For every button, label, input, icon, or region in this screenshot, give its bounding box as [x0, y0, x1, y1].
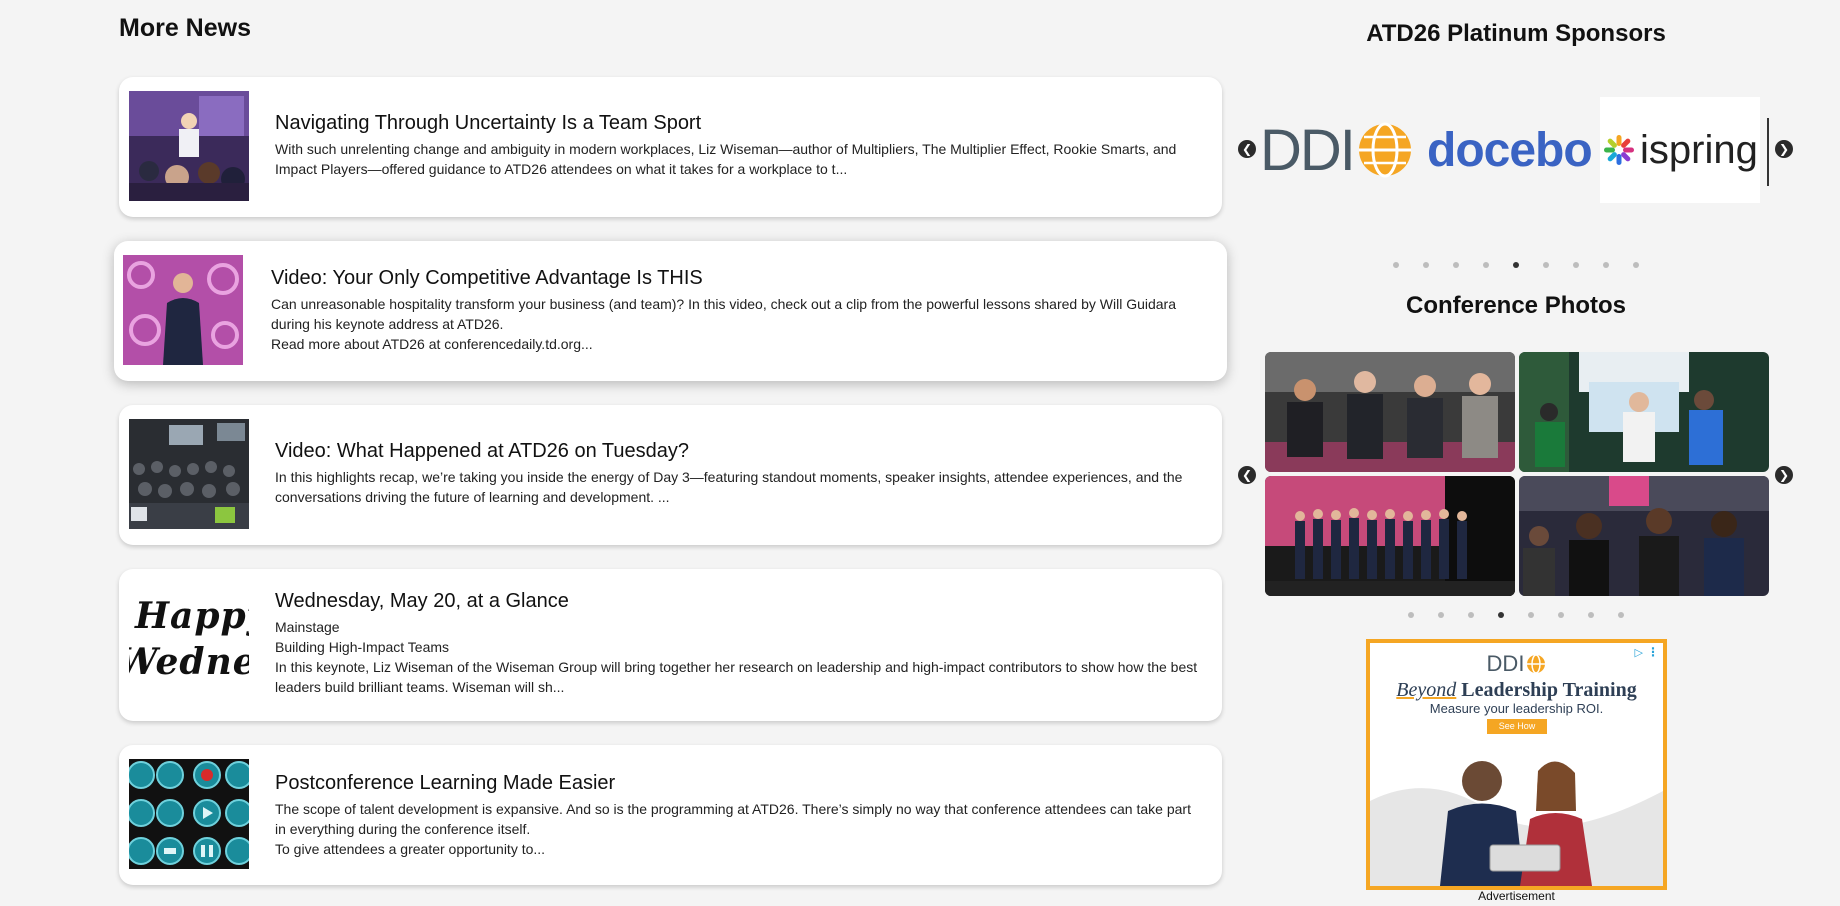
ispring-flower-icon	[1604, 135, 1634, 165]
carousel-dot[interactable]	[1558, 612, 1564, 618]
carousel-dot[interactable]	[1408, 612, 1414, 618]
ad-cta-button[interactable]: See How	[1487, 719, 1547, 734]
ad-headline: Beyond Leadership Training	[1396, 679, 1637, 701]
more-news-heading: More News	[119, 14, 251, 42]
carousel-dot[interactable]	[1528, 612, 1534, 618]
news-thumbnail-keynote-speaker[interactable]	[123, 255, 243, 365]
news-title[interactable]: Postconference Learning Made Easier	[275, 771, 1198, 795]
news-thumbnail-media-buttons[interactable]	[129, 759, 249, 869]
sponsors-next-button[interactable]: ❯	[1775, 140, 1793, 158]
news-title[interactable]: Video: What Happened at ATD26 on Tuesday…	[275, 439, 1198, 463]
chevron-left-icon: ❮	[1241, 142, 1253, 156]
news-excerpt: With such unrelenting change and ambigui…	[275, 141, 1177, 177]
news-excerpt: The scope of talent development is expan…	[275, 801, 1191, 857]
carousel-dot[interactable]	[1393, 262, 1399, 268]
news-excerpt: Mainstage Building High-Impact Teams In …	[275, 619, 1198, 695]
photos-next-button[interactable]: ❯	[1775, 466, 1793, 484]
sponsor-logo-docebo[interactable]: docebo	[1427, 97, 1595, 203]
news-title[interactable]: Navigating Through Uncertainty Is a Team…	[275, 111, 1198, 135]
news-title[interactable]: Video: Your Only Competitive Advantage I…	[271, 266, 1203, 290]
carousel-dot[interactable]	[1513, 262, 1519, 268]
news-thumbnail-happy-wednesday[interactable]: Happy Wednesday	[129, 587, 249, 697]
news-thumbnail-speaker-stage[interactable]	[129, 91, 249, 201]
news-title[interactable]: Wednesday, May 20, at a Glance	[275, 589, 1198, 613]
conference-photo-attendees[interactable]	[1519, 476, 1769, 596]
sponsors-heading: ATD26 Platinum Sponsors	[1366, 20, 1666, 47]
photos-heading: Conference Photos	[1405, 292, 1627, 319]
carousel-dot[interactable]	[1618, 612, 1624, 618]
conference-photo-booth[interactable]	[1519, 352, 1769, 472]
ad-photo-people	[1370, 741, 1663, 886]
sponsor-logo-ddi[interactable]: DDI	[1260, 97, 1422, 203]
carousel-dot[interactable]	[1483, 262, 1489, 268]
news-thumbnail-audience[interactable]	[129, 419, 249, 529]
carousel-dot[interactable]	[1633, 262, 1639, 268]
ddi-globe-icon	[1527, 654, 1546, 674]
conference-photo-group-men[interactable]	[1265, 352, 1515, 472]
news-excerpt: In this highlights recap, we’re taking y…	[275, 469, 1183, 505]
ad-subline: Measure your leadership ROI.	[1429, 701, 1604, 716]
news-card[interactable]: Video: Your Only Competitive Advantage I…	[114, 241, 1227, 381]
sponsors-prev-button[interactable]: ❮	[1238, 140, 1256, 158]
news-card[interactable]: Happy Wednesday Wednesday, May 20, at a …	[119, 569, 1222, 721]
advertisement-banner[interactable]: ▷ ⋮ DDI Beyond Leadership Training Measu…	[1366, 639, 1667, 890]
news-card[interactable]: Navigating Through Uncertainty Is a Team…	[119, 77, 1222, 217]
photos-prev-button[interactable]: ❮	[1238, 466, 1256, 484]
chevron-right-icon: ❯	[1778, 142, 1790, 156]
photos-carousel-dots	[1408, 612, 1624, 618]
carousel-dot[interactable]	[1573, 262, 1579, 268]
next-logo-edge	[1767, 118, 1769, 186]
carousel-dot[interactable]	[1423, 262, 1429, 268]
carousel-dot[interactable]	[1438, 612, 1444, 618]
sponsors-carousel-dots	[1393, 262, 1639, 268]
ddi-globe-icon	[1358, 122, 1411, 178]
carousel-dot[interactable]	[1588, 612, 1594, 618]
carousel-dot[interactable]	[1498, 612, 1504, 618]
carousel-dot[interactable]	[1603, 262, 1609, 268]
carousel-dot[interactable]	[1468, 612, 1474, 618]
carousel-dot[interactable]	[1543, 262, 1549, 268]
ad-logo: DDI	[1370, 651, 1663, 677]
news-excerpt: Can unreasonable hospitality transform y…	[271, 296, 1177, 352]
chevron-right-icon: ❯	[1778, 468, 1790, 482]
news-card[interactable]: Postconference Learning Made Easier The …	[119, 745, 1222, 885]
advertisement-label: Advertisement	[1478, 889, 1555, 903]
conference-photo-stage-group[interactable]	[1265, 476, 1515, 596]
news-card[interactable]: Video: What Happened at ATD26 on Tuesday…	[119, 405, 1222, 545]
chevron-left-icon: ❮	[1241, 468, 1253, 482]
sponsor-logo-ispring[interactable]: ispring	[1600, 97, 1760, 203]
carousel-dot[interactable]	[1453, 262, 1459, 268]
